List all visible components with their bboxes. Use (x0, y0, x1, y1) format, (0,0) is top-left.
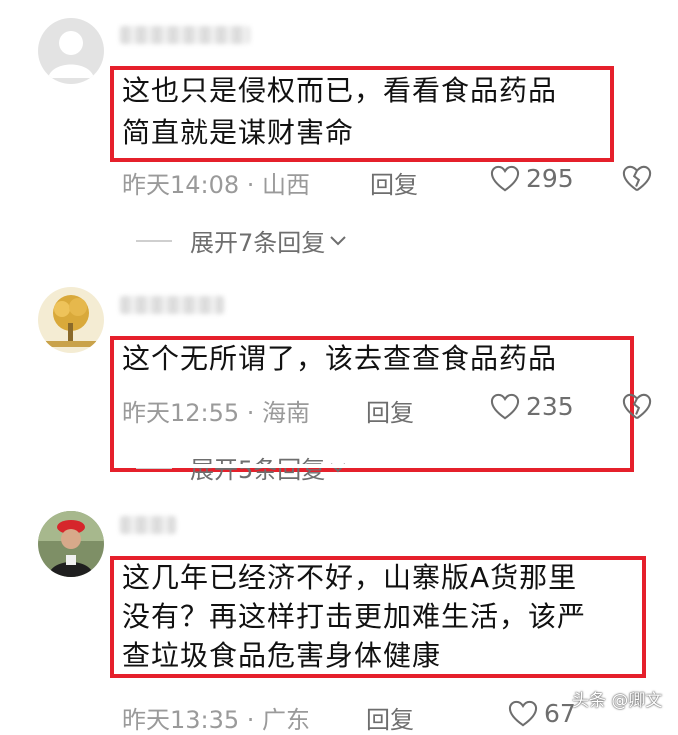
avatar[interactable] (38, 511, 104, 577)
comment-text: 这个无所谓了，该去查查食品药品 (122, 338, 557, 380)
reply-button[interactable]: 回复 (370, 165, 418, 200)
comment-line: 这个无所谓了，该去查查食品药品 (122, 342, 558, 375)
comment-line: 查垃圾食品危害身体健康 (122, 639, 442, 672)
dislike-button[interactable] (622, 164, 652, 194)
comment-line: 没有？再这样打击更加难生活，该严 (122, 600, 587, 633)
username-blurred (120, 516, 176, 534)
comment-time-location: 昨天12:55 · 海南 (122, 399, 311, 427)
like-button[interactable]: 295 (490, 164, 574, 193)
dislike-icon (622, 393, 652, 420)
reply-button[interactable]: 回复 (366, 700, 414, 735)
expand-clip-mask (114, 464, 630, 468)
heart-icon (508, 700, 538, 726)
user-avatar-icon (38, 287, 104, 353)
user-avatar-icon (38, 18, 104, 84)
reply-button[interactable]: 回复 (366, 393, 414, 428)
like-button[interactable]: 235 (490, 392, 574, 421)
comment-time-location: 昨天14:08 · 山西 (122, 171, 311, 199)
expand-replies[interactable]: 展开7条回复 (136, 223, 347, 258)
like-count: 295 (526, 164, 574, 193)
comment-text: 这也只是侵权而已，看看食品药品 简直就是谋财害命 (122, 70, 557, 154)
heart-icon (490, 393, 520, 419)
like-count: 235 (526, 392, 574, 421)
comment-time-location: 昨天13:35 · 广东 (122, 706, 311, 734)
comment-text: 这几年已经济不好，山寨版A货那里 没有？再这样打击更加难生活，该严 查垃圾食品危… (122, 558, 586, 675)
username-blurred (120, 296, 224, 314)
chevron-down-icon (330, 235, 346, 245)
comment-line: 这也只是侵权而已，看看食品药品 (122, 74, 558, 107)
avatar[interactable] (38, 18, 104, 84)
watermark: 头条 @卿文 (572, 691, 663, 711)
user-avatar-icon (38, 511, 104, 577)
comment-line: 这几年已经济不好，山寨版A货那里 (122, 561, 578, 594)
expand-replies-label: 展开7条回复 (190, 229, 326, 257)
divider-line (136, 239, 172, 242)
heart-icon (490, 165, 520, 191)
like-button[interactable]: 67 (508, 699, 576, 728)
comment-line: 简直就是谋财害命 (122, 116, 355, 149)
avatar[interactable] (38, 287, 104, 353)
username-blurred (120, 26, 250, 44)
dislike-icon (622, 165, 652, 192)
dislike-button[interactable] (622, 392, 652, 422)
